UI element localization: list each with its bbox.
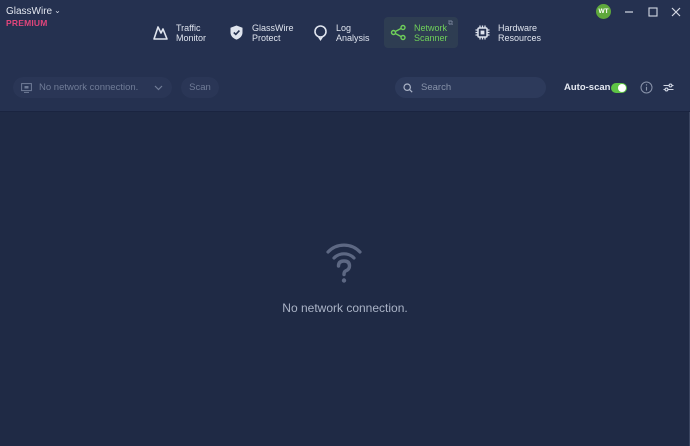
connection-dropdown[interactable]: No network connection. xyxy=(13,77,172,98)
new-window-icon: ⧉ xyxy=(448,20,453,27)
filter-settings-icon[interactable] xyxy=(662,81,675,94)
chevron-down-icon xyxy=(154,85,163,91)
empty-state-message: No network connection. xyxy=(282,301,408,315)
chip-icon xyxy=(474,24,491,41)
empty-state: No network connection. xyxy=(0,112,690,446)
tab-label: Traffic Monitor xyxy=(176,22,207,43)
minimize-icon[interactable] xyxy=(622,5,636,19)
log-pin-icon xyxy=(312,24,329,41)
shield-icon xyxy=(228,24,245,41)
connection-value: No network connection. xyxy=(39,82,139,93)
scan-button[interactable]: Scan xyxy=(181,77,219,98)
autoscan-toggle[interactable] xyxy=(611,83,627,93)
search-box[interactable] xyxy=(395,77,546,98)
info-icon[interactable] xyxy=(640,81,653,94)
search-icon xyxy=(403,82,413,93)
search-input[interactable] xyxy=(421,82,531,93)
wifi-question-icon xyxy=(325,240,363,284)
tab-log-analysis[interactable]: Log Analysis xyxy=(306,17,377,48)
network-adapter-icon xyxy=(21,82,32,93)
title-bar: GlassWire ⌄ PREMIUM Traffic Monitor Glas… xyxy=(0,0,690,62)
tab-traffic-monitor[interactable]: Traffic Monitor xyxy=(146,17,213,48)
avatar[interactable]: WT xyxy=(596,4,611,19)
traffic-monitor-icon xyxy=(152,24,169,41)
tab-label: Network Scanner xyxy=(414,22,448,43)
close-icon[interactable] xyxy=(669,5,683,19)
tab-label: GlassWire Protect xyxy=(252,22,294,43)
maximize-icon[interactable] xyxy=(646,5,660,19)
tab-label: Hardware Resources xyxy=(498,22,542,43)
chevron-down-icon: ⌄ xyxy=(54,6,61,15)
app-window: GlassWire ⌄ PREMIUM Traffic Monitor Glas… xyxy=(0,0,690,446)
brand[interactable]: GlassWire ⌄ PREMIUM xyxy=(6,6,61,28)
tab-hardware-resources[interactable]: Hardware Resources xyxy=(468,17,548,48)
tab-glasswire-protect[interactable]: GlassWire Protect xyxy=(222,17,301,48)
tab-label: Log Analysis xyxy=(336,22,370,43)
network-scanner-icon xyxy=(390,24,407,41)
autoscan-label: Auto-scan xyxy=(564,82,611,93)
scanner-toolbar: No network connection. Scan Auto-scan xyxy=(0,62,690,112)
tab-network-scanner[interactable]: Network Scanner ⧉ xyxy=(384,17,458,48)
premium-badge: PREMIUM xyxy=(6,18,48,28)
app-name: GlassWire xyxy=(6,6,53,17)
